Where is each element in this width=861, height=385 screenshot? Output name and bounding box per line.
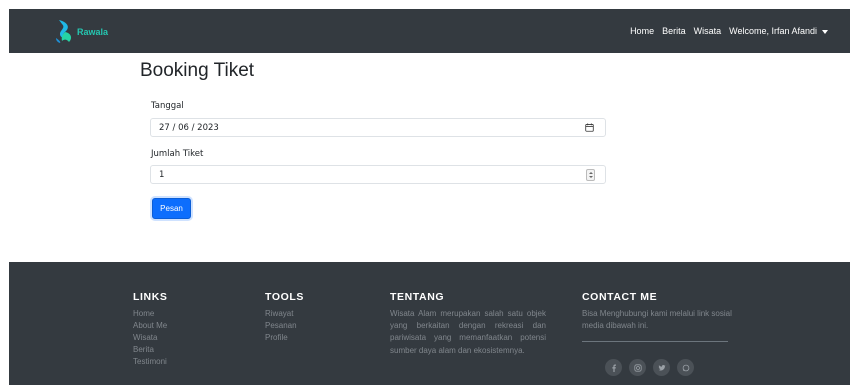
caret-down-icon [822,29,828,34]
footer-about-text: Wisata Alam merupakan salah satu objek y… [390,309,546,355]
footer-divider [582,341,728,342]
nav-berita[interactable]: Berita [662,26,686,36]
social-links [605,359,694,376]
quantity-value: 1 [159,169,165,180]
footer-tools-heading: TOOLS [265,291,304,303]
facebook-icon[interactable] [605,359,622,376]
brand-link[interactable]: Rawala [53,18,108,44]
footer-link-about[interactable]: About Me [133,320,243,332]
user-menu-label: Welcome, Irfan Afandi [729,26,817,36]
page-title: Booking Tiket [140,60,255,81]
footer-contact-column: CONTACT ME Bisa Menghubungi kami melalui… [582,291,732,332]
footer-links-heading: LINKS [133,291,168,303]
rawala-logo-icon [56,20,72,43]
footer-about-heading: TENTANG [390,291,445,303]
date-label: Tanggal [151,101,184,111]
footer-link-testimoni[interactable]: Testimoni [133,356,243,368]
footer-tools-column: TOOLS Riwayat Pesanan Profile [265,291,365,344]
brand-name: Rawala [77,27,109,37]
quantity-stepper[interactable] [586,169,595,181]
footer-link-pesanan[interactable]: Pesanan [265,320,365,332]
nav-home[interactable]: Home [630,26,654,36]
nav-links: Home Berita Wisata Welcome, Irfan Afandi [630,9,828,53]
footer-link-profile[interactable]: Profile [265,332,365,344]
date-input[interactable]: 27 / 06 / 2023 [150,118,606,137]
footer-contact-text: Bisa Menghubungi kami melalui link sosia… [582,309,732,331]
date-value: 27 / 06 / 2023 [159,122,219,133]
footer-link-home[interactable]: Home [133,308,243,320]
quantity-label: Jumlah Tiket [151,149,204,159]
footer-link-riwayat[interactable]: Riwayat [265,308,365,320]
footer-link-berita[interactable]: Berita [133,344,243,356]
pesan-button[interactable]: Pesan [152,198,191,219]
footer-link-wisata[interactable]: Wisata [133,332,243,344]
footer-about-column: TENTANG Wisata Alam merupakan salah satu… [390,291,546,357]
whatsapp-icon[interactable] [677,359,694,376]
instagram-icon[interactable] [629,359,646,376]
quantity-input[interactable]: 1 [150,165,606,184]
footer: LINKS Home About Me Wisata Berita Testim… [9,262,850,385]
user-menu-dropdown[interactable]: Welcome, Irfan Afandi [729,26,828,36]
footer-contact-heading: CONTACT ME [582,291,658,303]
nav-wisata[interactable]: Wisata [694,26,722,36]
navbar: Rawala Home Berita Wisata Welcome, Irfan… [9,9,850,53]
calendar-icon[interactable] [585,123,594,132]
footer-links-column: LINKS Home About Me Wisata Berita Testim… [133,291,243,368]
twitter-icon[interactable] [653,359,670,376]
